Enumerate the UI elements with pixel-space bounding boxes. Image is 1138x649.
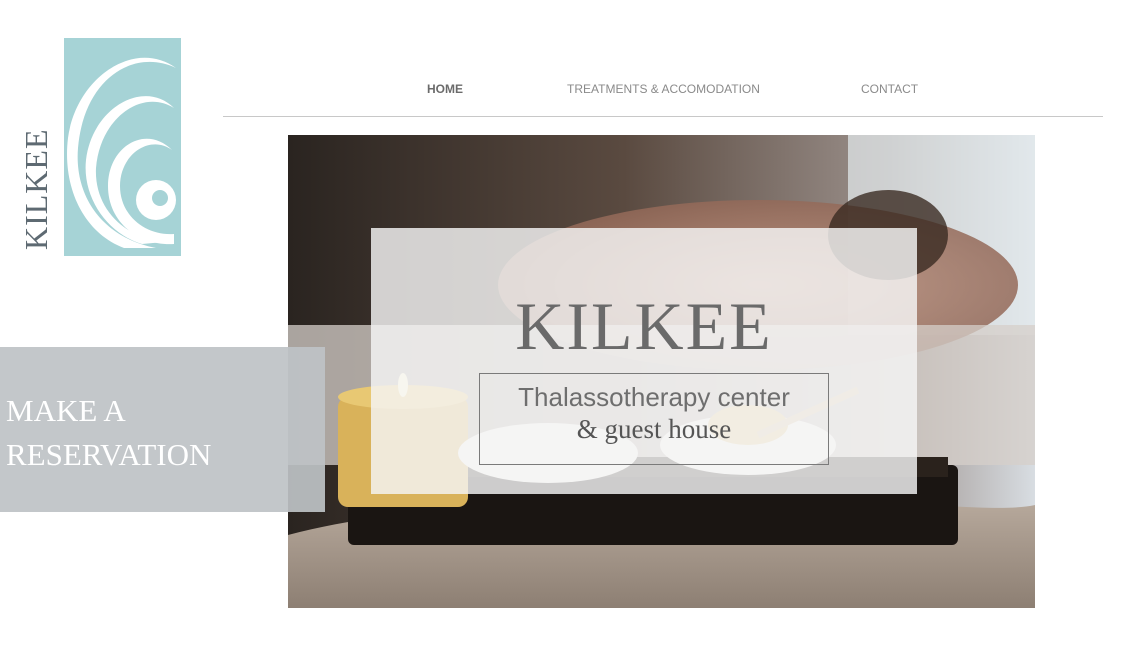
cta-line1: MAKE A <box>6 393 126 428</box>
nav-contact[interactable]: CONTACT <box>861 82 918 96</box>
wave-logo-icon <box>64 38 181 256</box>
main-nav: HOME TREATMENTS & ACCOMODATION CONTACT <box>223 82 1103 102</box>
tagline-box: Thalassotherapy center & guest house <box>479 373 829 465</box>
logo-wordmark: KILKEE <box>18 128 54 250</box>
tagline-line1: Thalassotherapy center <box>518 382 790 412</box>
nav-treatments-accomodation[interactable]: TREATMENTS & ACCOMODATION <box>567 82 760 96</box>
nav-home[interactable]: HOME <box>427 82 463 96</box>
make-reservation-button[interactable]: MAKE A RESERVATION <box>0 347 325 512</box>
nav-divider <box>223 116 1103 117</box>
page: KILKEE HOME TREATMENTS & ACCOMODATION CO… <box>0 0 1138 649</box>
hero-title: KILKEE <box>515 288 773 364</box>
tagline-line2: & guest house <box>576 414 732 444</box>
cta-line2: RESERVATION <box>6 437 212 472</box>
hero-overlay: KILKEE Thalassotherapy center & guest ho… <box>371 228 917 494</box>
